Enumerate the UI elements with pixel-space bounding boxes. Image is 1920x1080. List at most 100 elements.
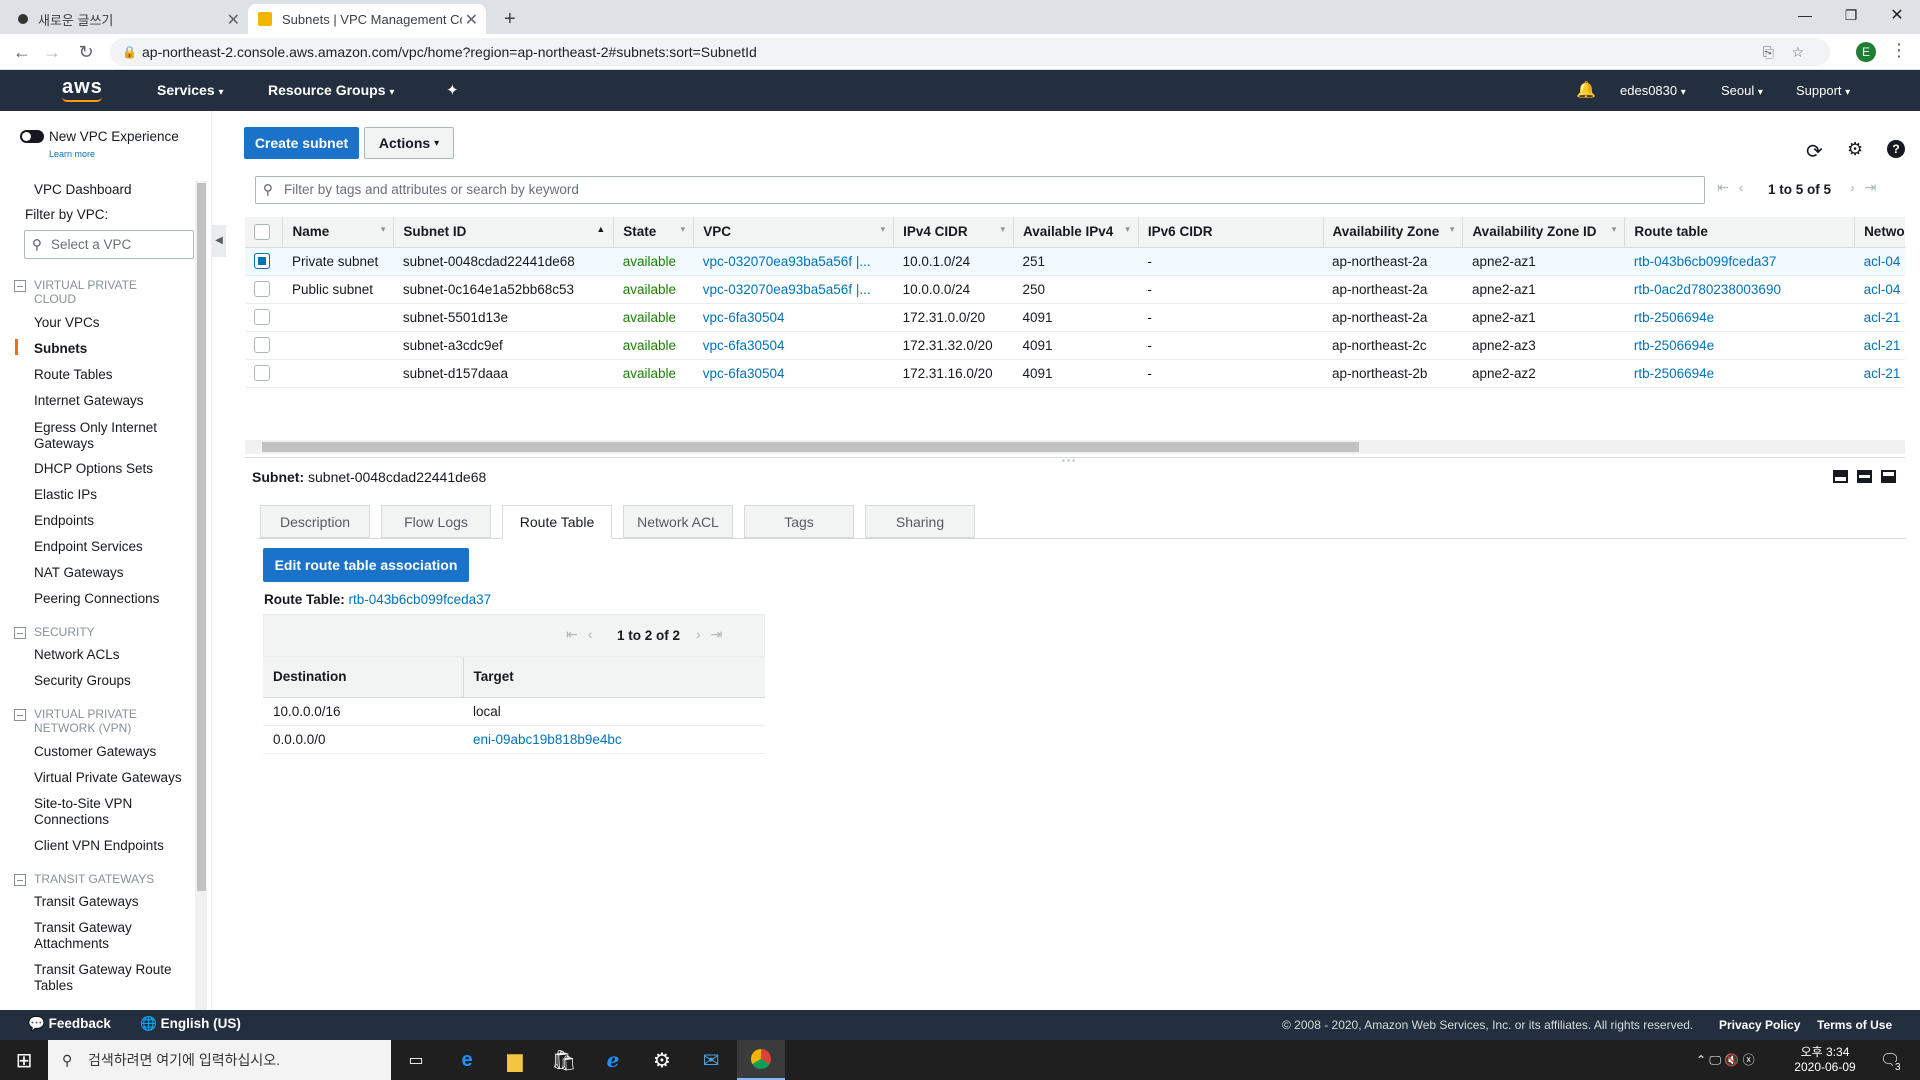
cell-nacl-link[interactable]: acl-21 xyxy=(1854,359,1905,388)
pin-icon[interactable]: ✦ xyxy=(446,70,459,111)
table-row[interactable]: Private subnet subnet-0048cdad22441de68 … xyxy=(245,247,1905,276)
star-icon[interactable]: ☆ xyxy=(1791,38,1804,66)
sidebar-item-network-acls[interactable]: Network ACLs xyxy=(34,647,120,663)
cell-nacl-link[interactable]: acl-04 xyxy=(1854,275,1905,304)
sidebar-item-site-to-site-vpn[interactable]: Site-to-Site VPN Connections xyxy=(34,796,184,828)
first-prev-page-icons[interactable]: ⇤‹ xyxy=(566,626,602,643)
close-icon[interactable]: ✕ xyxy=(465,10,478,30)
row-checkbox[interactable] xyxy=(254,365,270,382)
back-icon[interactable]: ← xyxy=(10,40,34,64)
cell-vpc-link[interactable]: vpc-6fa30504 xyxy=(693,331,894,360)
clock[interactable]: 오후 3:34 2020-06-09 xyxy=(1785,1043,1865,1074)
tab-description[interactable]: Description xyxy=(260,505,370,538)
support-menu[interactable]: Support ▾ xyxy=(1796,70,1850,111)
refresh-icon[interactable]: ⟳ xyxy=(1806,139,1823,164)
services-menu[interactable]: Services ▾ xyxy=(157,70,224,111)
sidebar-item-client-vpn-endpoints[interactable]: Client VPN Endpoints xyxy=(34,838,164,854)
terms-link[interactable]: Terms of Use xyxy=(1817,1018,1892,1032)
account-menu[interactable]: edes0830 ▾ xyxy=(1620,70,1686,111)
section-header-security[interactable]: SECURITY xyxy=(14,625,95,639)
col-available-ipv4[interactable]: Available IPv4 ▾ xyxy=(1013,217,1139,248)
collapse-sidebar-icon[interactable]: ◀ xyxy=(212,225,226,257)
tab-network-acl[interactable]: Network ACL xyxy=(623,505,733,538)
resource-groups-menu[interactable]: Resource Groups ▾ xyxy=(268,70,394,111)
cell-route-table-link[interactable]: rtb-043b6cb099fceda37 xyxy=(1624,247,1855,276)
sidebar-item-your-vpcs[interactable]: Your VPCs xyxy=(34,315,100,331)
help-icon[interactable]: ? xyxy=(1887,140,1905,158)
table-scroll-thumb[interactable] xyxy=(262,442,1359,452)
row-checkbox[interactable] xyxy=(254,281,270,298)
sidebar-item-dhcp-options[interactable]: DHCP Options Sets xyxy=(34,461,153,477)
first-prev-page-icons[interactable]: ⇤‹ xyxy=(1717,179,1753,196)
cell-route-table-link[interactable]: rtb-2506694e xyxy=(1624,303,1855,332)
feedback-link[interactable]: 💬 Feedback xyxy=(28,1016,111,1032)
gear-icon[interactable]: ⚙ xyxy=(1847,139,1863,160)
row-checkbox[interactable] xyxy=(254,309,270,326)
cell-vpc-link[interactable]: vpc-6fa30504 xyxy=(693,303,894,332)
cell-route-table-link[interactable]: rtb-2506694e xyxy=(1624,331,1855,360)
forward-icon[interactable]: → xyxy=(40,40,64,64)
edge-icon[interactable]: e xyxy=(443,1040,491,1080)
col-availability-zone[interactable]: Availability Zone ▾ xyxy=(1323,217,1464,248)
cell-nacl-link[interactable]: acl-04 xyxy=(1854,247,1905,276)
section-header-vpn[interactable]: VIRTUAL PRIVATE NETWORK (VPN) xyxy=(14,707,174,735)
browser-tab-2[interactable]: Subnets | VPC Management Co ✕ xyxy=(248,4,486,34)
col-destination[interactable]: Destination xyxy=(263,657,464,698)
next-last-page-icons[interactable]: ›⇥ xyxy=(696,626,732,643)
table-row[interactable]: subnet-5501d13e available vpc-6fa30504 1… xyxy=(245,303,1905,332)
cell-target-link[interactable]: eni-09abc19b818b9e4bc xyxy=(463,725,765,754)
settings-icon[interactable]: ⚙ xyxy=(638,1040,686,1080)
aws-logo[interactable]: aws xyxy=(62,70,103,111)
section-header-vpc[interactable]: VIRTUAL PRIVATE CLOUD xyxy=(14,278,174,306)
col-ipv4-cidr[interactable]: IPv4 CIDR ▾ xyxy=(893,217,1015,248)
col-az-id[interactable]: Availability Zone ID ▾ xyxy=(1462,217,1626,248)
store-icon[interactable]: 🛍 xyxy=(540,1040,588,1080)
next-last-page-icons[interactable]: ›⇥ xyxy=(1850,179,1886,196)
create-subnet-button[interactable]: Create subnet xyxy=(244,127,359,159)
sidebar-item-endpoints[interactable]: Endpoints xyxy=(34,513,94,529)
url-input[interactable]: 🔒 ap-northeast-2.console.aws.amazon.com/… xyxy=(110,38,1830,66)
table-row[interactable]: subnet-d157daaa available vpc-6fa30504 1… xyxy=(245,359,1905,388)
sidebar-item-security-groups[interactable]: Security Groups xyxy=(34,673,131,689)
col-network-acl[interactable]: Netwo xyxy=(1854,217,1905,248)
search-input[interactable]: ⚲ Filter by tags and attributes or searc… xyxy=(255,176,1705,204)
cell-vpc-link[interactable]: vpc-032070ea93ba5a56f |... xyxy=(693,275,894,304)
menu-dots-icon[interactable]: ⋮ xyxy=(1890,40,1908,61)
restore-icon[interactable]: ❐ xyxy=(1828,0,1874,30)
mail-icon[interactable]: ✉ xyxy=(687,1040,735,1080)
chrome-icon[interactable] xyxy=(737,1040,785,1080)
actions-button[interactable]: Actions ▾ xyxy=(364,127,454,159)
reload-icon[interactable]: ↻ xyxy=(74,40,98,64)
learn-more-link[interactable]: Learn more xyxy=(49,149,95,159)
layout-split-icon[interactable] xyxy=(1857,470,1872,483)
cell-route-table-link[interactable]: rtb-0ac2d780238003690 xyxy=(1624,275,1855,304)
sidebar-item-transit-gateways[interactable]: Transit Gateways xyxy=(34,894,139,910)
tab-route-table[interactable]: Route Table xyxy=(502,505,612,539)
drag-handle-icon[interactable]: ▪ ▪ ▪ xyxy=(1062,456,1075,465)
sidebar-item-nat-gateways[interactable]: NAT Gateways xyxy=(34,565,124,581)
cell-vpc-link[interactable]: vpc-032070ea93ba5a56f |... xyxy=(693,247,894,276)
sidebar-item-elastic-ips[interactable]: Elastic IPs xyxy=(34,487,97,503)
col-subnet-id[interactable]: Subnet ID ▲ xyxy=(393,217,615,248)
close-icon[interactable]: ✕ xyxy=(227,10,240,30)
file-explorer-icon[interactable]: ▆ xyxy=(491,1040,539,1080)
internet-explorer-icon[interactable]: ℯ xyxy=(589,1040,637,1080)
translate-icon[interactable]: ⎘ xyxy=(1763,38,1774,66)
col-route-table[interactable]: Route table xyxy=(1624,217,1856,248)
tab-flow-logs[interactable]: Flow Logs xyxy=(381,505,491,538)
row-checkbox[interactable] xyxy=(254,337,270,354)
task-view-icon[interactable]: ▭ xyxy=(392,1040,440,1080)
cell-nacl-link[interactable]: acl-21 xyxy=(1854,331,1905,360)
sidebar-item-vpc-dashboard[interactable]: VPC Dashboard xyxy=(34,182,132,198)
vpc-filter-select[interactable]: ⚲ Select a VPC xyxy=(24,230,194,259)
sidebar-scroll-thumb[interactable] xyxy=(197,183,206,891)
row-checkbox[interactable] xyxy=(254,253,270,270)
bell-icon[interactable]: 🔔 xyxy=(1576,70,1596,111)
sidebar-item-virtual-private-gateways[interactable]: Virtual Private Gateways xyxy=(34,770,182,786)
sidebar-item-tgw-attachments[interactable]: Transit Gateway Attachments xyxy=(34,920,184,952)
new-vpc-toggle[interactable] xyxy=(20,130,44,143)
minimize-icon[interactable]: — xyxy=(1782,0,1828,30)
section-header-transit-gateways[interactable]: TRANSIT GATEWAYS xyxy=(13,872,154,886)
edit-route-table-association-button[interactable]: Edit route table association xyxy=(263,548,469,582)
col-ipv6-cidr[interactable]: IPv6 CIDR xyxy=(1138,217,1324,248)
